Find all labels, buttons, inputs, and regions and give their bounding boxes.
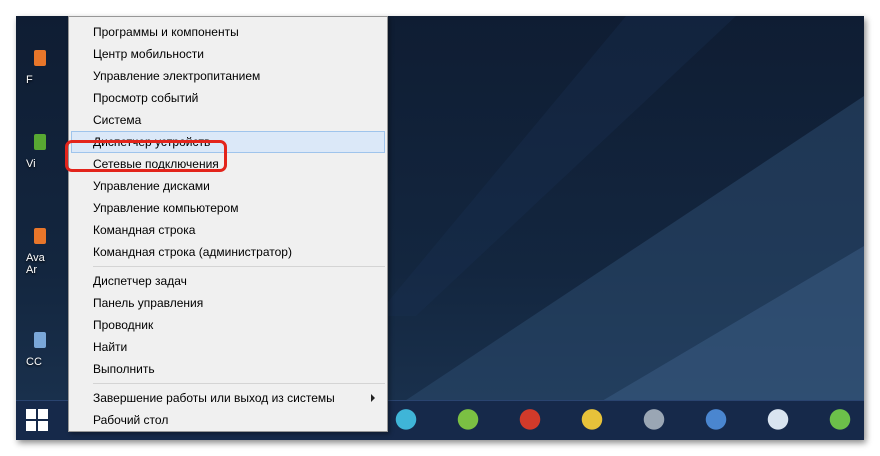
shortcut-label: Vi	[26, 158, 36, 170]
menu-item[interactable]: Управление компьютером	[71, 197, 385, 219]
shortcut-icon	[34, 332, 46, 348]
menu-item[interactable]: Управление дисками	[71, 175, 385, 197]
menu-item[interactable]: Командная строка (администратор)	[71, 241, 385, 263]
menu-item[interactable]: Центр мобильности	[71, 43, 385, 65]
windows-logo-icon[interactable]	[26, 409, 50, 433]
menu-item-label: Сетевые подключения	[93, 157, 219, 171]
menu-item-label: Найти	[93, 340, 128, 354]
shortcut-label: F	[26, 74, 33, 86]
menu-item-label: Командная строка (администратор)	[93, 245, 292, 259]
shortcut-label: CC	[26, 356, 42, 368]
menu-item[interactable]: Управление электропитанием	[71, 65, 385, 87]
menu-item[interactable]: Диспетчер задач	[71, 270, 385, 292]
feed-icon[interactable]	[824, 405, 856, 437]
menu-item-label: Панель управления	[93, 296, 204, 310]
menu-item[interactable]: Панель управления	[71, 292, 385, 314]
globe-icon[interactable]	[700, 405, 732, 437]
menu-item-label: Диспетчер устройств	[93, 135, 211, 149]
menu-item[interactable]: Программы и компоненты	[71, 21, 385, 43]
magnifier-icon[interactable]	[576, 405, 608, 437]
menu-item[interactable]: Завершение работы или выход из системы	[71, 387, 385, 409]
menu-item-label: Программы и компоненты	[93, 25, 239, 39]
menu-separator	[93, 266, 385, 267]
menu-item-label: Просмотр событий	[93, 91, 199, 105]
menu-item[interactable]: Сетевые подключения	[71, 153, 385, 175]
context-menu: Программы и компоненты Центр мобильности У…	[68, 16, 388, 432]
virtualbox-icon[interactable]	[762, 405, 794, 437]
shortcut-icon	[34, 228, 46, 244]
shortcut-label: Ava Ar	[26, 252, 45, 276]
menu-item[interactable]: Система	[71, 109, 385, 131]
menu-item[interactable]: Найти	[71, 336, 385, 358]
menu-separator	[93, 383, 385, 384]
menu-item[interactable]: Просмотр событий	[71, 87, 385, 109]
menu-item-label: Управление электропитанием	[93, 69, 261, 83]
red-green-icon[interactable]	[514, 405, 546, 437]
chart-edit-icon[interactable]	[452, 405, 484, 437]
menu-item[interactable]: Выполнить	[71, 358, 385, 380]
menu-item-label: Диспетчер задач	[93, 274, 187, 288]
menu-item[interactable]: Рабочий стол	[71, 409, 385, 431]
menu-item-label: Система	[93, 113, 142, 127]
menu-item-label: Завершение работы или выход из системы	[93, 391, 335, 405]
menu-item-label: Центр мобильности	[93, 47, 204, 61]
vlc-icon[interactable]	[390, 405, 422, 437]
shortcut-icon	[34, 50, 46, 66]
menu-item-label: Управление компьютером	[93, 201, 239, 215]
menu-item-label: Выполнить	[93, 362, 155, 376]
menu-item[interactable]: Диспетчер устройств	[71, 131, 385, 153]
menu-item[interactable]: Проводник	[71, 314, 385, 336]
submenu-arrow-icon	[371, 394, 375, 402]
menu-item-label: Управление дисками	[93, 179, 210, 193]
menu-item-label: Рабочий стол	[93, 413, 169, 427]
desktop: F Vi Ava Ar CC Программы и компоненты Центр …	[16, 16, 864, 440]
padlock-icon[interactable]	[638, 405, 670, 437]
menu-item[interactable]: Командная строка	[71, 219, 385, 241]
shortcut-icon	[34, 134, 46, 150]
menu-item-label: Проводник	[93, 318, 154, 332]
menu-item-label: Командная строка	[93, 223, 196, 237]
